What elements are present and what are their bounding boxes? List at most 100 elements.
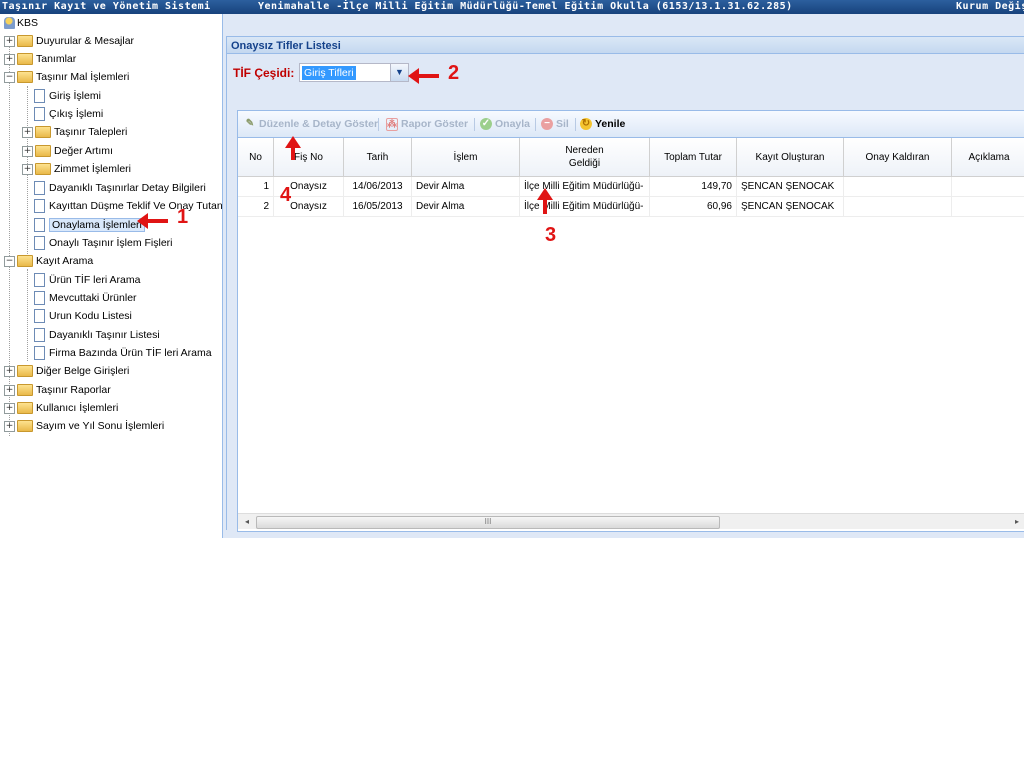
page-icon	[34, 291, 45, 306]
sidebar-item-dayanikli-liste[interactable]: Dayanıklı Taşınır Listesi	[34, 326, 160, 344]
approve-button[interactable]: ✓ Onayla	[480, 116, 530, 132]
sidebar-item-zimmet[interactable]: + Zimmet İşlemleri	[22, 160, 131, 178]
page-icon	[34, 346, 45, 361]
expand-icon[interactable]: +	[4, 384, 15, 396]
annotation-arrow-1	[137, 213, 168, 229]
sidebar-item-deger-artimi[interactable]: + Değer Artımı	[22, 142, 113, 160]
col-islem[interactable]: İşlem	[412, 138, 520, 176]
table-row[interactable]: 2 Onaysız 16/05/2013 Devir Alma İlçe Mil…	[238, 197, 1024, 217]
horizontal-scrollbar[interactable]: ◂ III ▸	[238, 513, 1024, 529]
page-icon	[34, 89, 45, 104]
folder-icon	[17, 420, 33, 433]
page-icon	[34, 273, 45, 288]
sidebar-item-kayit-arama[interactable]: − Kayıt Arama	[4, 252, 93, 270]
folder-icon	[17, 35, 33, 48]
sidebar-item-kayittan-dusme[interactable]: Kayıttan Düşme Teklif Ve Onay Tutanağı	[34, 197, 222, 215]
delete-icon: −	[541, 118, 553, 131]
refresh-icon: ↻	[580, 118, 592, 131]
tif-grid: ✎ Düzenle & Detay Göster ⁂ Rapor Göster ✓ O…	[237, 110, 1024, 532]
cell-islem: Devir Alma	[412, 197, 520, 216]
sidebar-item-tasinir-mal[interactable]: − Taşınır Mal İşlemleri	[4, 68, 129, 86]
sidebar-item-dayanikli-detay[interactable]: Dayanıklı Taşınırlar Detay Bilgileri	[34, 179, 206, 197]
sidebar-item-talepler[interactable]: + Taşınır Talepleri	[22, 123, 127, 141]
collapse-icon[interactable]: −	[4, 255, 15, 267]
folder-icon	[17, 53, 33, 66]
sidebar-item-kullanici[interactable]: + Kullanıcı İşlemleri	[4, 399, 118, 417]
pencil-icon: ✎	[245, 118, 255, 130]
expand-icon[interactable]: +	[4, 402, 15, 414]
cell-aciklama	[952, 197, 1024, 216]
sidebar-item-onaylama[interactable]: Onaylama İşlemleri	[34, 216, 145, 234]
app-body: KBS + Duyurular & Mesajlar + Tanımlar − Taş…	[0, 14, 1024, 538]
sidebar-item-duyurular[interactable]: + Duyurular & Mesajlar	[4, 32, 134, 50]
sidebar-item-firma-bazinda[interactable]: Firma Bazında Ürün TİF leri Arama	[34, 344, 212, 362]
panel-body: TİF Çeşidi: Giriş Tifleri ▼ ✎ Düzenle & D…	[226, 54, 1024, 532]
col-kayit-olusturan[interactable]: Kayıt Oluşturan	[737, 138, 844, 176]
table-row[interactable]: 1 Onaysız 14/06/2013 Devir Alma İlçe Mil…	[238, 177, 1024, 197]
cell-islem: Devir Alma	[412, 177, 520, 196]
cell-tarih: 14/06/2013	[344, 177, 412, 196]
col-tarih[interactable]: Tarih	[344, 138, 412, 176]
expand-icon[interactable]: +	[4, 35, 15, 47]
col-toplam-tutar[interactable]: Toplam Tutar	[650, 138, 737, 176]
page-icon	[34, 199, 45, 214]
col-nereden[interactable]: Nereden Geldiği	[520, 138, 650, 176]
expand-icon[interactable]: +	[4, 365, 15, 377]
refresh-button[interactable]: ↻ Yenile	[580, 116, 625, 132]
sidebar-item-raporlar[interactable]: + Taşınır Raporlar	[4, 381, 111, 399]
sidebar-item-diger-belge[interactable]: + Diğer Belge Girişleri	[4, 362, 129, 380]
expand-icon[interactable]: +	[22, 126, 33, 138]
annotation-number-1: 1	[177, 206, 189, 228]
check-icon: ✓	[480, 118, 492, 131]
tree-root-kbs[interactable]: KBS	[4, 14, 38, 32]
tif-type-select[interactable]: Giriş Tifleri ▼	[299, 63, 409, 82]
kbs-icon	[4, 17, 15, 30]
cell-olusturan: ŞENCAN ŞENOCAK	[737, 197, 844, 216]
page-icon	[34, 218, 45, 233]
col-aciklama[interactable]: Açıklama	[952, 138, 1024, 176]
sidebar-item-tanimlar[interactable]: + Tanımlar	[4, 50, 76, 68]
annotation-arrow-4	[285, 136, 301, 160]
scroll-right-icon[interactable]: ▸	[1010, 515, 1024, 528]
expand-icon[interactable]: +	[22, 163, 33, 175]
change-institution-link[interactable]: Kurum Değiş	[956, 1, 1024, 12]
col-onay-kaldiran[interactable]: Onay Kaldıran	[844, 138, 952, 176]
sidebar-item-urun-tif-arama[interactable]: Ürün TİF leri Arama	[34, 271, 140, 289]
scroll-left-icon[interactable]: ◂	[240, 515, 254, 528]
sidebar-tree: KBS + Duyurular & Mesajlar + Tanımlar − Taş…	[0, 14, 223, 538]
expand-icon[interactable]: +	[4, 420, 15, 432]
tif-type-value: Giriş Tifleri	[302, 66, 356, 80]
sidebar-item-mevcut-urunler[interactable]: Mevcuttaki Ürünler	[34, 289, 137, 307]
cell-no: 1	[238, 177, 274, 196]
sidebar-item-urun-kodu[interactable]: Urun Kodu Listesi	[34, 307, 132, 325]
collapse-icon[interactable]: −	[4, 71, 15, 83]
title-bar: Taşınır Kayıt ve Yönetim Sistemi Yenimah…	[0, 0, 1024, 14]
chevron-down-icon[interactable]: ▼	[390, 64, 408, 81]
annotation-arrow-3	[537, 188, 553, 214]
page-icon	[34, 309, 45, 324]
report-button[interactable]: ⁂ Rapor Göster	[386, 116, 468, 132]
institution-title: Yenimahalle -İlçe Milli Eğitim Müdürlüğü…	[258, 1, 793, 12]
folder-open-icon	[17, 71, 33, 84]
folder-icon	[35, 163, 51, 176]
page-icon	[34, 107, 45, 122]
annotation-arrow-2	[408, 68, 439, 84]
sidebar-item-giris[interactable]: Giriş İşlemi	[34, 87, 101, 105]
grid-toolbar: ✎ Düzenle & Detay Göster ⁂ Rapor Göster ✓ O…	[238, 111, 1024, 138]
sidebar-item-onayli-fisler[interactable]: Onaylı Taşınır İşlem Fişleri	[34, 234, 173, 252]
page-icon	[34, 236, 45, 251]
scroll-thumb[interactable]: III	[256, 516, 720, 529]
cell-aciklama	[952, 177, 1024, 196]
expand-icon[interactable]: +	[22, 145, 33, 157]
annotation-number-4: 4	[280, 184, 292, 206]
col-no[interactable]: No	[238, 138, 274, 176]
annotation-number-2: 2	[448, 62, 460, 84]
folder-icon	[17, 365, 33, 378]
edit-detail-button[interactable]: ✎ Düzenle & Detay Göster	[244, 116, 378, 132]
delete-button[interactable]: − Sil	[541, 116, 569, 132]
cell-olusturan: ŞENCAN ŞENOCAK	[737, 177, 844, 196]
expand-icon[interactable]: +	[4, 53, 15, 65]
cell-tutar: 149,70	[650, 177, 737, 196]
sidebar-item-sayim[interactable]: + Sayım ve Yıl Sonu İşlemleri	[4, 417, 164, 435]
sidebar-item-cikis[interactable]: Çıkış İşlemi	[34, 105, 103, 123]
